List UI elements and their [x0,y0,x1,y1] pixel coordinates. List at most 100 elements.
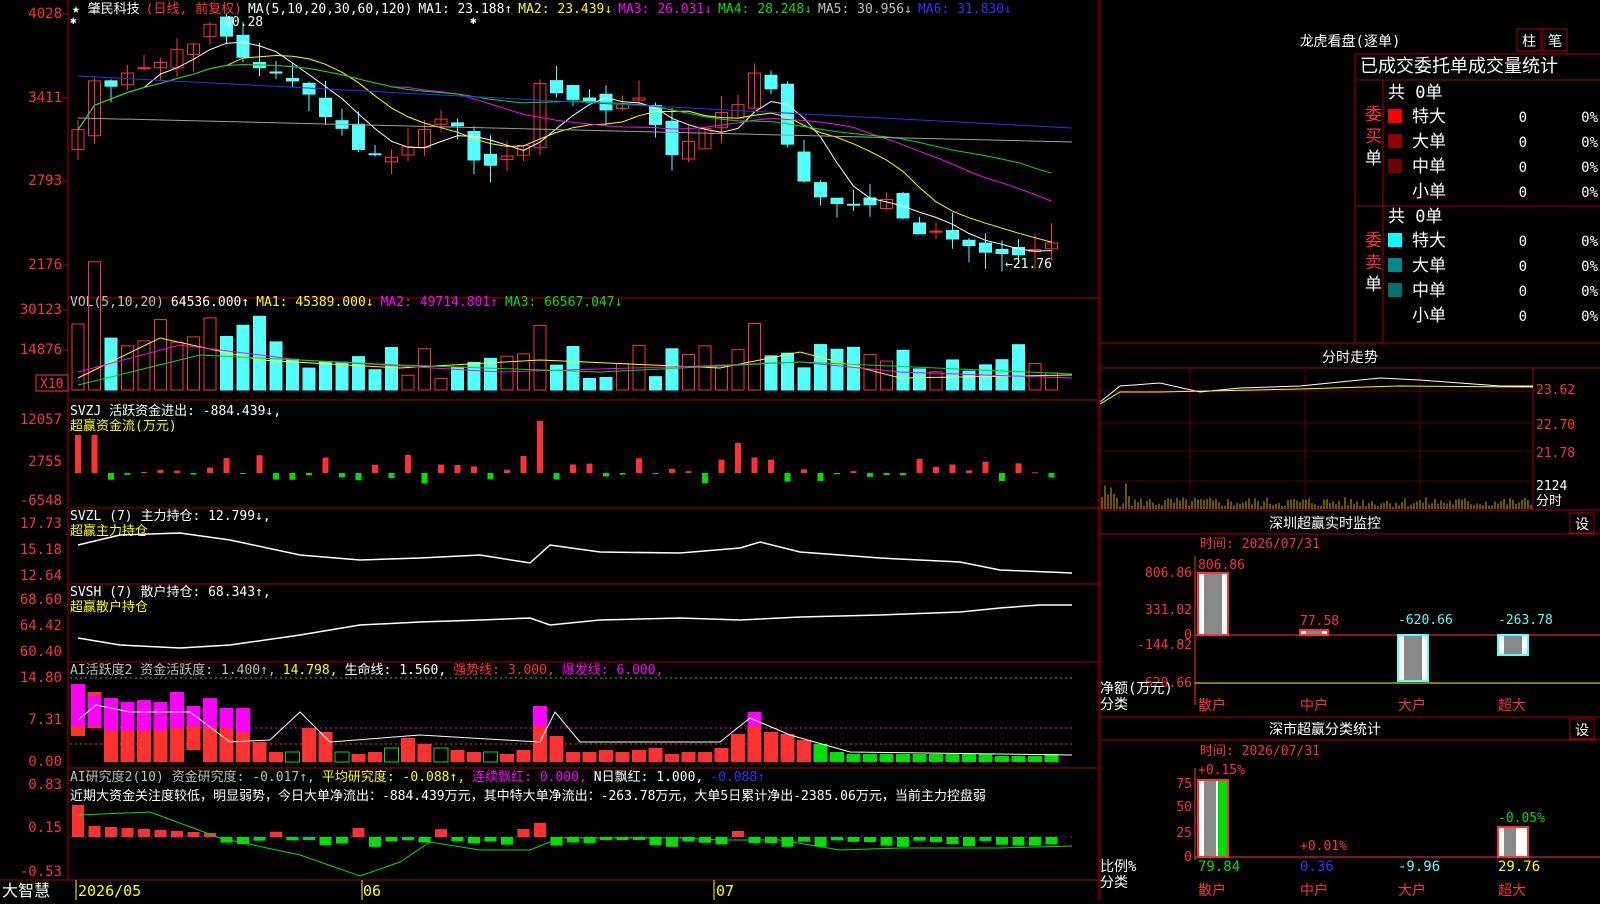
sz-tick-label: 806.86 [1145,566,1192,581]
svsh-tick-label: 60.40 [20,644,62,660]
ratio-bar [1497,826,1529,858]
candle-body [946,229,959,240]
ratio-bar-green [1218,780,1228,857]
flow-bar [933,466,939,473]
flow-bar [190,473,197,475]
research-bar [814,837,827,847]
sc-bottom-label: -9.96 [1398,859,1440,875]
flow-bar [570,464,576,473]
vol-bar [929,371,943,391]
activity-bar-burst [137,700,151,730]
activity-bar-burst [170,692,184,728]
vol-bar [335,361,349,391]
research-bar [72,805,84,837]
svzl-subheader: 超赢主力持仓 [70,523,148,539]
fs-tick-label: 21.78 [1536,446,1575,461]
candle-body [830,197,844,204]
vol-bar [1012,344,1025,391]
ai1-header: AI活跃度2 资金活跃度: 1.400↑, 14.798, 生命线: 1.560, 强… [70,662,663,678]
flow-bar [256,455,263,473]
sz-settings-button[interactable]: 设 [1569,512,1595,534]
research-bar [1045,837,1058,845]
candle-body [797,151,811,182]
flow-bar [438,464,444,473]
svzj-tick-label: 2755 [28,454,62,470]
research-bar [319,837,332,846]
flow-bar [537,421,543,473]
activity-bar-burst [87,696,102,726]
kline-chart-area[interactable]: 4028 3411 2793 2176 40.28 ←21.76 ✱ ✱ ★ 肇民科技 (日线, … [0,0,1100,900]
research-bar [715,837,728,845]
buy-total: 共 0单 [1388,83,1442,103]
svzl-header: SVZL (7) 主力持仓: 12.799↓, [70,509,271,524]
fs-price-line [1099,377,1533,403]
sell-row-pct: 0% [1581,259,1598,275]
ma6-line [77,75,1073,129]
flow-bar [850,471,857,473]
sc-tick-label: 25 [1176,826,1192,841]
flow-bar [471,466,477,473]
sell-row-name: 大单 [1412,256,1446,276]
activity-bar [153,730,168,762]
monitor-bar [1197,572,1229,636]
fs-tick-label: 22.70 [1536,418,1575,433]
sz-value-label: 806.86 [1198,558,1245,573]
research-bar [121,828,134,837]
research-bar [336,837,348,844]
vol-bar [88,261,101,391]
header-item: MA5: 30.956↓ [818,2,912,17]
vol-bar [269,341,283,391]
vol-header: VOL(5,10,20) 64536.000↑ MA1: 45389.000↓ MA2… [70,295,622,310]
activity-bar-burst [120,702,135,730]
vol-bar [995,359,1009,391]
vol-bar [550,364,563,391]
candle-body [104,80,118,87]
flow-bar [553,473,560,480]
vol-bar [830,348,844,391]
sell-row-name: 中单 [1412,281,1446,301]
sell-row-value: 0 [1519,284,1527,300]
right-side-panel: 龙虎看盘(逐单) 柱笔已成交委托单成交量统计委买单委卖单共 0单共 0单 特大 0 0%… [1099,0,1600,900]
research-bar [204,833,216,837]
sc-bottom-label: 79.84 [1198,859,1240,875]
flow-bar [586,463,593,473]
ai1-header-item: AI活跃度2 资金活跃度: 1.400↑, [70,662,276,678]
activity-bar [1011,756,1026,762]
flow-bar [867,473,873,477]
buy-color-swatch [1388,109,1402,123]
sz-ylabel: 分类 [1100,697,1128,713]
toggle-tick-label: 笔 [1548,34,1562,50]
candle-body [550,80,563,94]
ai1-tick-label: 14.80 [20,670,62,686]
research-bar [534,823,546,837]
flow-bar [273,473,279,480]
flow-bar [157,469,164,473]
flow-bar [817,473,824,482]
sc-bottom-label: 29.76 [1498,859,1540,875]
vol-bar [814,344,827,391]
vol-bar [797,367,811,391]
monitor-bar [1397,634,1429,682]
buy-row-pct: 0% [1581,185,1598,201]
flow-bar [75,435,81,473]
fs-avg-line [1099,385,1534,405]
vol-bar [979,364,992,391]
flow-bar [669,468,675,473]
toggle-tick-button[interactable]: 笔 [1542,28,1568,52]
sz-value-label: 77.58 [1300,614,1339,629]
buy-row-pct: 0% [1581,135,1598,151]
sc-settings-button[interactable]: 设 [1569,718,1595,740]
candle-body [847,203,860,206]
sell-row-pct: 0% [1581,284,1598,300]
flow-bar [900,473,906,476]
vol-bar [946,359,959,391]
monitor-bar-shade [1504,635,1522,655]
research-bar [930,837,942,843]
vol-tick-label: 14876 [20,342,62,358]
ma3-line [77,64,1052,202]
flow-bar [718,459,725,473]
candle-body [814,182,827,198]
toggle-bar-button[interactable]: 柱 [1516,28,1542,52]
vol-bar [715,364,728,391]
activity-bar [450,750,465,762]
